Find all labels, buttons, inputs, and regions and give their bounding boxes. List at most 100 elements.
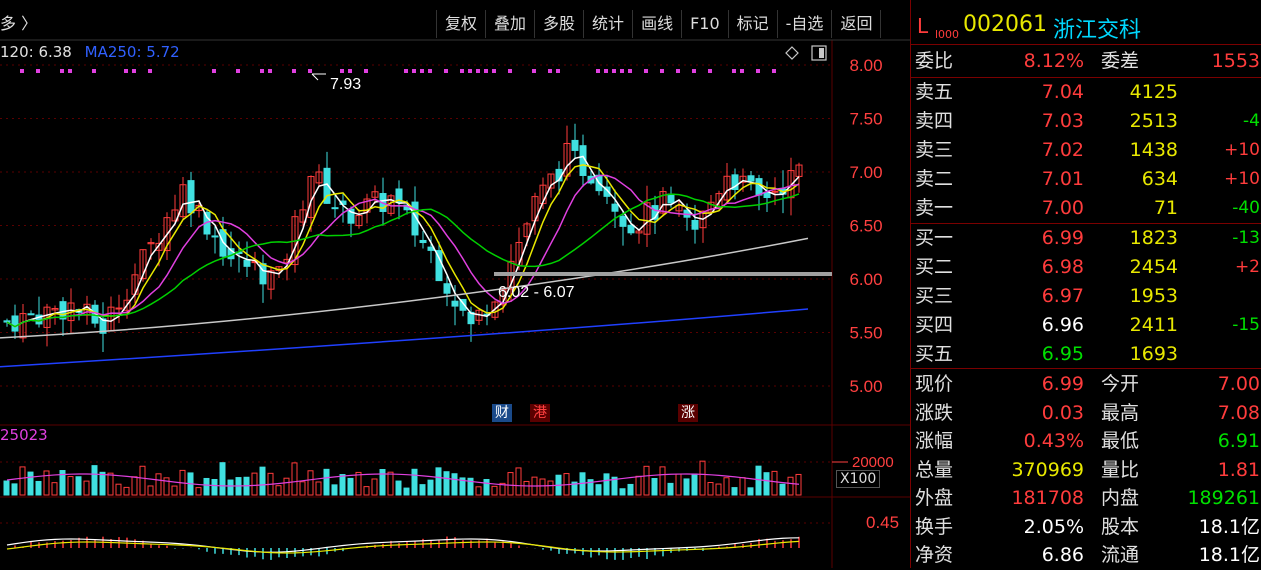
fuquan-button[interactable]: 复权	[437, 10, 487, 38]
signal-dot	[412, 69, 416, 73]
volume-bar	[667, 482, 674, 496]
book-price: 6.96	[1041, 314, 1084, 336]
signal-dot	[20, 69, 24, 73]
kline-chart-area[interactable]: 8.00 7.50 7.00 6.50 6.00 5.50 5.00 20000 0.45 6.0…	[0, 0, 910, 568]
ma120-line	[0, 237, 809, 339]
stock-name[interactable]: 浙江交科	[1053, 12, 1141, 44]
sell-row[interactable]: 卖二 7.01 634 +10	[911, 165, 1261, 194]
book-change: +10	[1224, 140, 1260, 160]
volume-bar	[779, 483, 786, 496]
volume-bar	[51, 482, 58, 496]
draw-line-button[interactable]: 画线	[633, 10, 683, 38]
volume-bar	[603, 473, 610, 496]
book-volume: 1953	[1129, 285, 1178, 307]
volume-bar	[491, 485, 498, 496]
buy-row[interactable]: 买二 6.98 2454 +2	[911, 253, 1261, 282]
book-change: -13	[1232, 228, 1260, 248]
candle-body	[11, 315, 19, 332]
volume-bar	[67, 476, 74, 496]
candle-body	[259, 263, 267, 285]
sell-row[interactable]: 卖一 7.00 71 -40	[911, 194, 1261, 223]
volume-bar	[419, 484, 426, 496]
book-volume: 2411	[1129, 314, 1178, 336]
quote-label: 流通	[1101, 544, 1140, 566]
statistics-button[interactable]: 统计	[584, 10, 634, 38]
volume-bar	[651, 478, 658, 496]
book-volume: 4125	[1129, 81, 1178, 103]
macd-dea-line	[6, 540, 800, 554]
remove-watchlist-button[interactable]: -自选	[778, 10, 833, 38]
volume-bar	[291, 462, 298, 496]
quote-value: 0.03	[1041, 401, 1084, 424]
signal-dot	[596, 69, 600, 73]
book-change: -15	[1232, 315, 1260, 335]
multi-stock-button[interactable]: 多股	[535, 10, 585, 38]
quote-value: 2.05%	[1023, 515, 1084, 538]
signal-dot	[476, 69, 480, 73]
event-badge-finance[interactable]: 财	[492, 404, 512, 422]
signal-dot	[420, 69, 424, 73]
signal-dot	[268, 69, 272, 73]
quote-label: 涨跌	[915, 401, 954, 424]
volume-bar	[435, 467, 442, 496]
book-label: 买一	[915, 227, 954, 249]
signal-dot	[628, 69, 632, 73]
volume-bar	[659, 466, 666, 496]
volume-bar	[299, 481, 306, 496]
book-label: 买三	[915, 285, 954, 307]
volume-bar	[443, 471, 450, 496]
volume-bar	[203, 477, 210, 496]
volume-bar	[323, 468, 330, 496]
event-badge-limit-up[interactable]: 涨	[678, 404, 698, 422]
signal-dot	[148, 69, 152, 73]
volume-bar	[115, 483, 122, 496]
candle-body	[211, 235, 219, 238]
buy-row[interactable]: 买五 6.95 1693	[911, 340, 1261, 369]
signal-dot	[620, 69, 624, 73]
signal-dot	[556, 69, 560, 73]
event-badge-hk[interactable]: 港	[530, 404, 550, 422]
signal-dot	[364, 69, 368, 73]
volume-bar	[523, 480, 530, 496]
macd-axis-label: 0.45	[866, 513, 899, 532]
price-tick-label: 7.50	[849, 110, 882, 129]
back-button[interactable]: 返回	[832, 10, 882, 38]
book-volume: 1693	[1129, 343, 1178, 365]
quote-value: 6.91	[1217, 430, 1260, 452]
sell-row[interactable]: 卖五 7.04 4125	[911, 78, 1261, 107]
signal-dot	[604, 69, 608, 73]
quote-label: 净资	[915, 544, 954, 566]
kline-chart[interactable]: 8.00 7.50 7.00 6.50 6.00 5.50 5.00 20000 0.45 6.0…	[0, 0, 910, 568]
diamond-icon	[785, 46, 799, 60]
volume-bar	[347, 477, 354, 496]
volume-ma-line	[6, 473, 800, 487]
period-selector[interactable]: 多 〉	[0, 10, 37, 38]
mark-button[interactable]: 标记	[729, 10, 778, 38]
volume-bar	[155, 473, 162, 496]
signal-dot	[428, 69, 432, 73]
book-label: 卖一	[915, 197, 954, 219]
buy-row[interactable]: 买三 6.97 1953	[911, 282, 1261, 311]
buy-row[interactable]: 买一 6.99 1823 -13	[911, 224, 1261, 253]
price-tick-label: 8.00	[849, 56, 882, 75]
volume-bar	[27, 471, 34, 496]
candle-body	[27, 313, 35, 316]
sell-row[interactable]: 卖三 7.02 1438 +10	[911, 136, 1261, 165]
ma250-line	[0, 308, 809, 368]
quote-value: 6.86	[1041, 544, 1084, 566]
buy-row[interactable]: 买四 6.96 2411 -15	[911, 311, 1261, 340]
book-volume: 634	[1141, 168, 1178, 190]
book-price: 7.04	[1041, 81, 1084, 103]
volume-bar	[363, 486, 370, 496]
volume-axis-label: 20000	[852, 454, 894, 471]
f10-button[interactable]: F10	[682, 10, 729, 38]
high-label: 7.93	[330, 76, 361, 93]
volume-bar	[19, 466, 26, 496]
overlay-button[interactable]: 叠加	[486, 10, 536, 38]
volume-bar	[227, 479, 234, 496]
candle-body	[443, 283, 451, 294]
volume-bar	[315, 481, 322, 496]
volume-bar	[355, 471, 362, 496]
sell-row[interactable]: 卖四 7.03 2513 -4	[911, 107, 1261, 136]
ma-legend: 120: 6.38 MA250: 5.72	[0, 42, 188, 62]
